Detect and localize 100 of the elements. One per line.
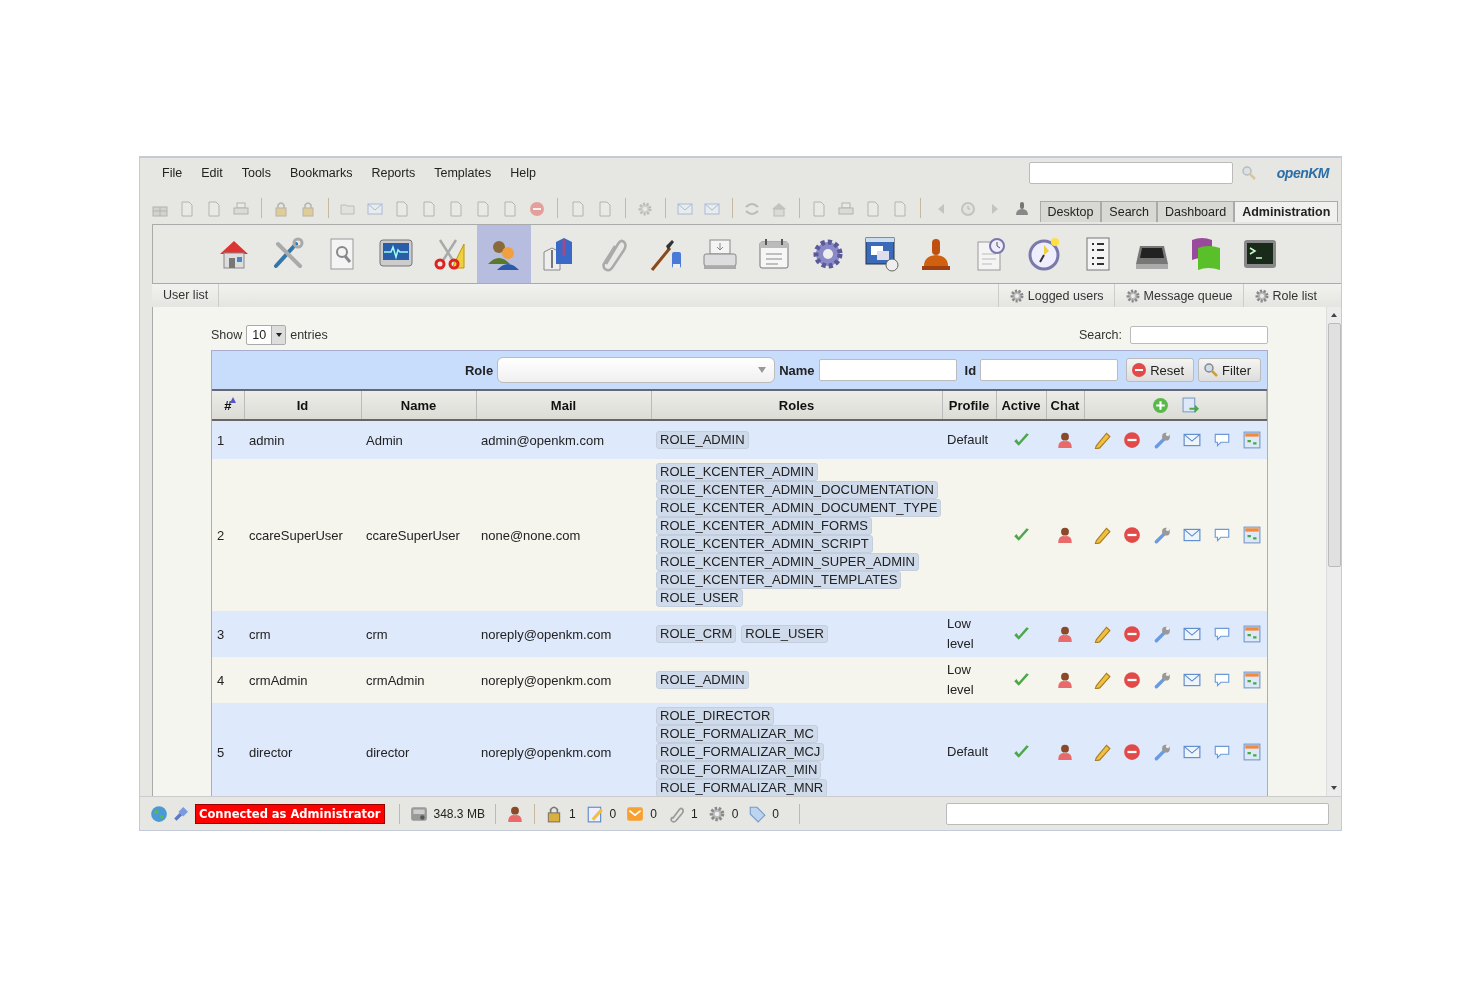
column-header[interactable]: Profile bbox=[942, 391, 996, 420]
pencil-icon[interactable] bbox=[1093, 743, 1111, 761]
calendar-icon[interactable] bbox=[1243, 743, 1262, 761]
user-icon[interactable] bbox=[1056, 431, 1074, 449]
counter: 0 bbox=[650, 806, 657, 821]
window-icon bbox=[862, 234, 902, 274]
comment-icon[interactable] bbox=[1213, 743, 1232, 761]
menu-item[interactable]: Tools bbox=[241, 166, 271, 180]
user-icon[interactable] bbox=[1056, 625, 1074, 643]
page-size-select[interactable]: 10 bbox=[246, 325, 287, 345]
input-field[interactable] bbox=[946, 802, 1329, 825]
comment-icon[interactable] bbox=[1213, 625, 1232, 643]
role-tag: ROLE_KCENTER_ADMIN bbox=[656, 463, 818, 481]
scrollbar[interactable] bbox=[1326, 307, 1341, 796]
tag-icon[interactable] bbox=[748, 804, 767, 823]
wrench-icon[interactable] bbox=[1153, 526, 1172, 544]
search-field[interactable] bbox=[1130, 326, 1268, 344]
pencil-icon[interactable] bbox=[1093, 625, 1111, 643]
user-icon[interactable] bbox=[1056, 743, 1074, 761]
menu-item[interactable]: Templates bbox=[434, 166, 492, 180]
table-cell: 4 bbox=[212, 657, 244, 703]
stamp-icon[interactable] bbox=[1013, 201, 1030, 217]
export-icon[interactable] bbox=[1181, 396, 1199, 414]
table-cell: admin@openkm.com bbox=[476, 420, 651, 459]
table-cell: director bbox=[361, 703, 476, 796]
mail-icon[interactable] bbox=[626, 804, 645, 823]
menu-item[interactable]: File bbox=[162, 166, 183, 180]
column-header[interactable]: # bbox=[212, 391, 244, 420]
mail-icon[interactable] bbox=[1183, 431, 1202, 449]
minus-icon[interactable] bbox=[1123, 526, 1142, 544]
wrench-icon[interactable] bbox=[1153, 625, 1172, 643]
wrench-icon[interactable] bbox=[1153, 431, 1172, 449]
table-cell: Low level bbox=[942, 611, 996, 657]
role-tag: ROLE_FORMALIZAR_MIN bbox=[656, 761, 822, 779]
calendar-icon[interactable] bbox=[1243, 625, 1262, 643]
role-tag: ROLE_KCENTER_ADMIN_TEMPLATES bbox=[656, 571, 902, 589]
user-icon[interactable] bbox=[505, 804, 524, 823]
filter-button[interactable]: Filter bbox=[1198, 358, 1261, 382]
table-cell: 3 bbox=[212, 611, 244, 657]
comment-icon[interactable] bbox=[1213, 431, 1232, 449]
user-icon[interactable] bbox=[1056, 671, 1074, 689]
comment-icon[interactable] bbox=[1213, 671, 1232, 689]
user-icon[interactable] bbox=[1056, 526, 1074, 544]
table-cell: crmAdmin bbox=[244, 657, 361, 703]
search-icon[interactable] bbox=[1240, 165, 1257, 181]
minus-icon[interactable] bbox=[1123, 743, 1142, 761]
input-field[interactable] bbox=[980, 359, 1119, 381]
menu-item[interactable]: Reports bbox=[371, 166, 416, 180]
column-header[interactable]: Roles bbox=[651, 391, 942, 420]
logo: openKM bbox=[1276, 165, 1329, 181]
comment-icon[interactable] bbox=[1213, 526, 1232, 544]
table-cell: Default bbox=[942, 420, 996, 459]
search-icon bbox=[1203, 362, 1220, 378]
role-select[interactable] bbox=[497, 357, 776, 383]
minus-icon[interactable] bbox=[1123, 431, 1142, 449]
calendar-icon[interactable] bbox=[1243, 671, 1262, 689]
search-field[interactable] bbox=[1028, 162, 1233, 184]
repository-size: 348.3 MB bbox=[433, 806, 485, 821]
mail-icon[interactable] bbox=[1183, 743, 1202, 761]
counter: 0 bbox=[609, 806, 617, 821]
mail-icon[interactable] bbox=[1183, 625, 1202, 643]
mail-icon[interactable] bbox=[1183, 671, 1202, 689]
gear-icon[interactable] bbox=[707, 804, 726, 823]
table-cell: noreply@openkm.com bbox=[476, 611, 651, 657]
menu-item[interactable]: Help bbox=[510, 166, 536, 180]
column-header[interactable]: Chat bbox=[1046, 391, 1084, 420]
role-tag: ROLE_KCENTER_ADMIN_SCRIPT bbox=[656, 535, 873, 553]
role-tag: ROLE_CRM bbox=[656, 625, 737, 643]
menu-item[interactable]: Edit bbox=[201, 166, 223, 180]
tab[interactable]: Administration bbox=[1234, 201, 1339, 222]
users-button[interactable] bbox=[477, 225, 531, 283]
calendar-icon[interactable] bbox=[1243, 526, 1262, 544]
reset-button[interactable]: Reset bbox=[1126, 358, 1195, 382]
column-header[interactable]: Id bbox=[244, 391, 361, 420]
counter: 1 bbox=[690, 806, 698, 821]
pencil-icon[interactable] bbox=[1093, 671, 1111, 689]
minus-icon[interactable] bbox=[1123, 671, 1142, 689]
mail-icon[interactable] bbox=[1183, 526, 1202, 544]
tab[interactable]: Dashboard bbox=[1156, 201, 1235, 222]
edit-icon[interactable] bbox=[585, 804, 604, 823]
label: entries bbox=[290, 328, 328, 342]
input-field[interactable] bbox=[818, 359, 957, 381]
column-header[interactable]: Active bbox=[996, 391, 1046, 420]
gear-icon bbox=[1008, 287, 1025, 304]
pencil-icon[interactable] bbox=[1093, 431, 1111, 449]
wrench-icon[interactable] bbox=[1153, 743, 1172, 761]
sort-icon[interactable] bbox=[229, 397, 236, 403]
calendar-icon[interactable] bbox=[1243, 431, 1262, 449]
menu-item[interactable]: Bookmarks bbox=[289, 166, 353, 180]
column-header[interactable]: Mail bbox=[476, 391, 651, 420]
tab[interactable]: Desktop bbox=[1039, 201, 1102, 222]
column-header[interactable]: Name bbox=[361, 391, 476, 420]
minus-icon[interactable] bbox=[1123, 625, 1142, 643]
pencil-icon[interactable] bbox=[1093, 526, 1111, 544]
wrench-icon[interactable] bbox=[1153, 671, 1172, 689]
role-tag: ROLE_USER bbox=[741, 625, 828, 643]
role-tag: ROLE_USER bbox=[656, 589, 743, 607]
tab[interactable]: Search bbox=[1101, 201, 1157, 222]
add-icon[interactable] bbox=[1151, 396, 1169, 414]
label: Show bbox=[211, 328, 243, 342]
